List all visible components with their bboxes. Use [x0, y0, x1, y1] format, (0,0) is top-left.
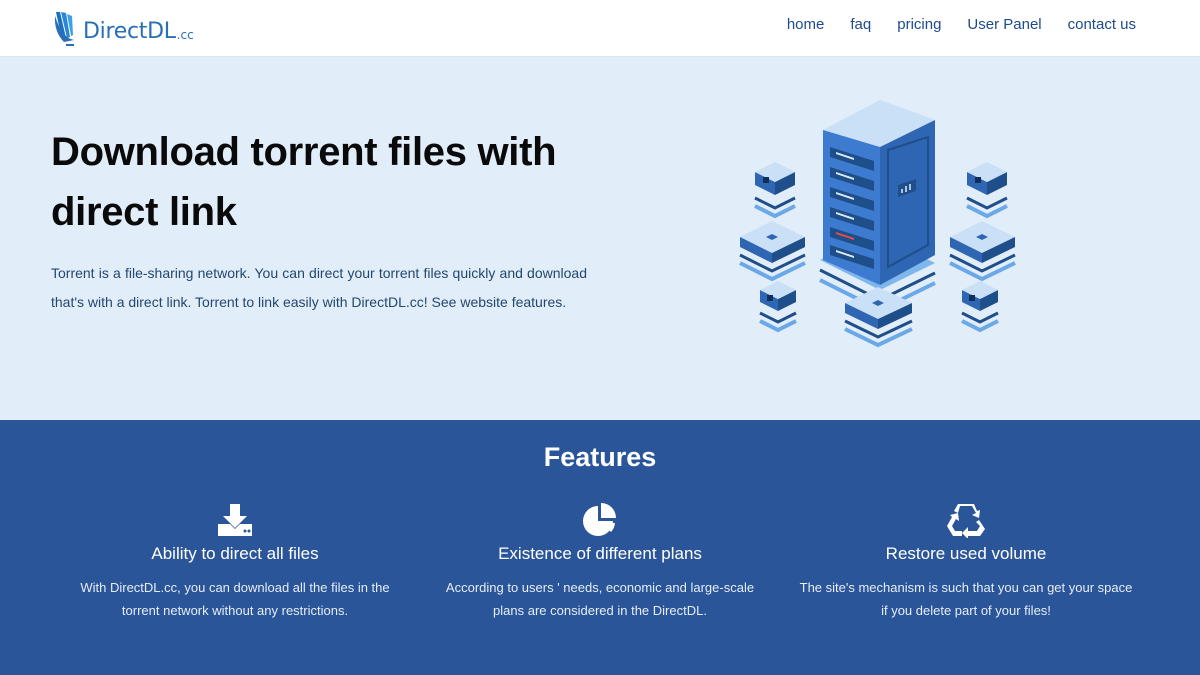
nav-pricing[interactable]: pricing — [897, 16, 941, 33]
logo-suffix: .cc — [176, 28, 194, 42]
nav-user-panel[interactable]: User Panel — [967, 16, 1041, 33]
cube-top-right — [966, 162, 1008, 219]
feature-description: According to users ' needs, economic and… — [445, 580, 755, 618]
feature-description: With DirectDL.cc, you can download all t… — [80, 580, 390, 618]
unit-mid-right — [949, 221, 1016, 282]
recycle-icon — [947, 504, 985, 538]
logo-text: DirectDL — [83, 18, 176, 44]
nav-home[interactable]: home — [787, 16, 825, 33]
cube-top-left — [754, 162, 796, 219]
logo-icon — [54, 12, 74, 46]
nav-contact-us[interactable]: contact us — [1068, 16, 1136, 33]
nav-faq[interactable]: faq — [850, 16, 871, 33]
feature-title: Existence of different plans — [498, 544, 702, 563]
main-nav: home faq pricing User Panel contact us — [787, 16, 1136, 33]
hero-section: Download torrent files with direct link … — [0, 57, 1200, 420]
cube-bottom-right — [961, 281, 999, 333]
server-network-illustration — [739, 100, 1016, 348]
logo[interactable]: DirectDL .cc — [52, 10, 194, 48]
cube-bottom-left — [759, 281, 797, 333]
feature-item: Ability to direct all files With DirectD… — [65, 502, 405, 622]
unit-mid-left — [739, 221, 806, 282]
site-header: DirectDL .cc home faq pricing User Panel… — [0, 0, 1200, 57]
feature-item: Existence of different plans According t… — [430, 502, 770, 622]
feature-title: Ability to direct all files — [151, 544, 319, 563]
feature-item: Restore used volume The site's mechanism… — [796, 502, 1136, 622]
download-icon — [218, 504, 252, 536]
hero-description: Torrent is a file-sharing network. You c… — [51, 265, 587, 310]
hero-title: Download torrent files with direct link — [51, 130, 557, 234]
features-title: Features — [543, 442, 657, 472]
features-section: Features Ability to direct all files Wit… — [0, 420, 1200, 675]
feature-title: Restore used volume — [885, 544, 1047, 563]
feature-description: The site's mechanism is such that you ca… — [799, 580, 1133, 618]
pie-chart-icon — [583, 503, 616, 536]
